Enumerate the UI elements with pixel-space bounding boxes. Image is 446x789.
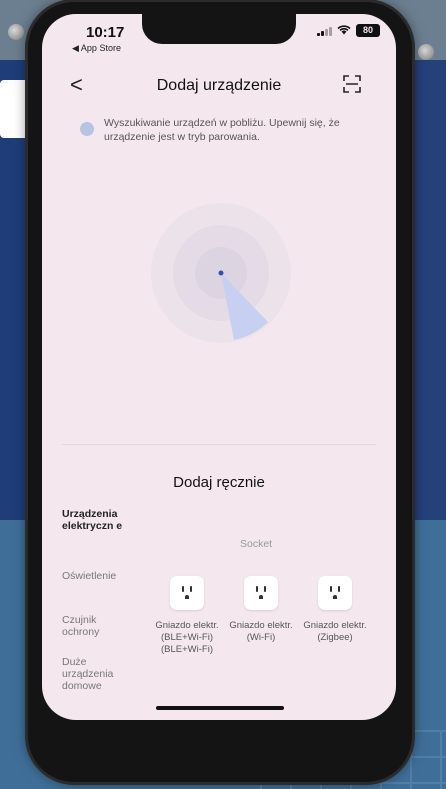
category-large-appliances[interactable]: Duże urządzenia domowe bbox=[62, 656, 134, 692]
section-divider bbox=[62, 444, 376, 445]
device-socket-ble-wifi[interactable]: Gniazdo elektr. (BLE+Wi-Fi) (BLE+Wi-Fi) bbox=[152, 576, 222, 656]
screw-icon bbox=[8, 24, 24, 40]
phone-screen: 10:17 ◀ App Store 80 < Dodaj urządzenie … bbox=[42, 14, 396, 720]
category-electrical[interactable]: Urządzenia elektryczn e bbox=[62, 508, 134, 532]
socket-icon bbox=[170, 576, 204, 610]
device-label: Gniazdo elektr. (Wi-Fi) bbox=[229, 620, 293, 643]
scan-icon[interactable] bbox=[342, 74, 362, 94]
search-hint: Wyszukiwanie urządzeń w pobliżu. Upewnij… bbox=[104, 117, 340, 143]
status-time: 10:17 bbox=[86, 24, 125, 41]
manual-add-title: Dodaj ręcznie bbox=[173, 474, 265, 491]
radar-scan-animation bbox=[151, 203, 291, 343]
notch bbox=[142, 14, 296, 44]
home-indicator[interactable] bbox=[156, 706, 284, 710]
device-socket-zigbee[interactable]: Gniazdo elektr. (Zigbee) bbox=[300, 576, 370, 644]
back-to-app-store[interactable]: ◀ App Store bbox=[72, 43, 121, 54]
category-security-sensor[interactable]: Czujnik ochrony bbox=[62, 614, 134, 638]
battery-icon: 80 bbox=[356, 24, 380, 37]
device-label: Gniazdo elektr. (Zigbee) bbox=[303, 620, 367, 643]
category-lighting[interactable]: Oświetlenie bbox=[62, 570, 134, 582]
socket-icon bbox=[318, 576, 352, 610]
searching-indicator-icon bbox=[80, 122, 94, 136]
device-label: Gniazdo elektr. (BLE+Wi-Fi) (BLE+Wi-Fi) bbox=[155, 620, 219, 655]
wifi-icon bbox=[337, 24, 351, 37]
status-indicators: 80 bbox=[317, 24, 380, 37]
device-socket-wifi[interactable]: Gniazdo elektr. (Wi-Fi) bbox=[226, 576, 296, 644]
screw-icon bbox=[418, 44, 434, 60]
section-header-socket: Socket bbox=[240, 538, 273, 550]
socket-icon bbox=[244, 576, 278, 610]
signal-icon bbox=[317, 26, 332, 36]
